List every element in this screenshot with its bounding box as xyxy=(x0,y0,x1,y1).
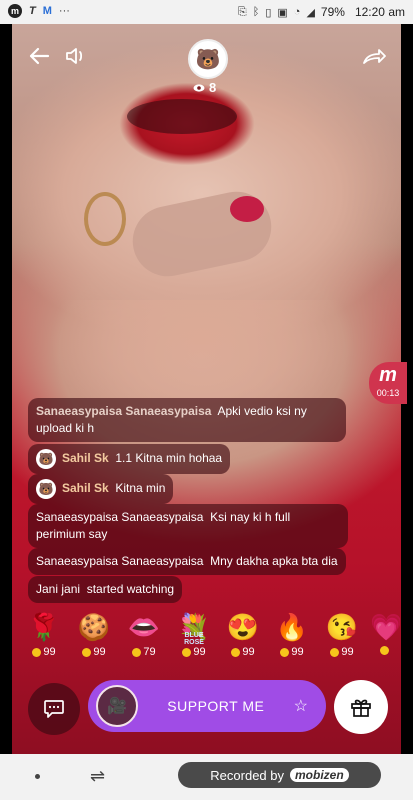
battery-level: 79% xyxy=(320,5,345,19)
chat-username: Jani jani xyxy=(36,582,81,596)
gift-box-icon xyxy=(351,699,371,717)
recording-time: 00:13 xyxy=(376,388,400,398)
gift-rose[interactable]: 🌹 99 xyxy=(24,610,64,658)
host-avatar[interactable]: 🐻 xyxy=(188,39,228,79)
chat-username: Sahil Sk xyxy=(62,451,109,466)
gift-cookie[interactable]: 🍪 99 xyxy=(74,610,114,658)
m-app-icon: m xyxy=(8,4,22,18)
fire-icon: 🔥 xyxy=(275,612,309,642)
rose-icon: 🌹 xyxy=(27,612,61,642)
gift-cost: 99 xyxy=(242,646,255,658)
cast-icon: ⎘ xyxy=(237,5,247,18)
vibrate-icon: ▯ xyxy=(265,6,272,19)
nav-dot-icon[interactable] xyxy=(35,774,40,779)
coin-icon xyxy=(280,647,290,657)
chat-button[interactable] xyxy=(28,683,80,735)
coin-icon xyxy=(132,647,142,657)
gift-cost: 99 xyxy=(193,646,206,658)
gift-cost: 99 xyxy=(43,646,56,658)
chat-username: Sahil Sk xyxy=(62,481,109,496)
video-nail xyxy=(230,196,264,222)
recent-apps-button[interactable]: ⇌ xyxy=(90,766,105,787)
chat-avatar-icon: 🐻 xyxy=(36,449,56,469)
wifi-icon: ◔ xyxy=(293,6,301,18)
chat-message: Sanaeasypaisa Sanaeasypaisa Apki vedio k… xyxy=(28,398,346,442)
blue-rose-icon: 💐 BLUE ROSE xyxy=(174,610,214,646)
recorded-by-label: Recorded by xyxy=(210,767,285,783)
chat-username: Sanaeasypaisa Sanaeasypaisa xyxy=(36,510,204,524)
gift-cost: 79 xyxy=(143,646,156,658)
t-icon: T xyxy=(29,5,36,17)
recorded-by-banner: Recorded by mobizen xyxy=(178,762,381,788)
pink-item-icon: 💗 xyxy=(370,612,400,642)
host-mini-avatar-icon: 🎥 xyxy=(107,698,127,715)
recent-apps-icon: ⇌ xyxy=(90,766,106,786)
chat-username: Sanaeasypaisa Sanaeasypaisa xyxy=(36,404,212,418)
bluetooth-icon: ᛒ xyxy=(252,6,260,18)
chat-message: Sanaeasypaisa Sanaeasypaisa Mny dakha ap… xyxy=(28,548,346,575)
chat-text: 1.1 Kitna min hohaa xyxy=(115,451,223,466)
gift-lips[interactable]: 👄 79 xyxy=(124,610,164,658)
gift-pink-item[interactable]: 💗 xyxy=(370,610,400,655)
coin-icon xyxy=(379,646,389,655)
gift-cost: 99 xyxy=(341,646,354,658)
live-stream-screen: m T M ··· ⎘ ᛒ ▯ ▣ ◔ ◢ 79% 12:20 am 🐻 8 m xyxy=(0,0,413,800)
chat-text: Mny dakha apka bta dia xyxy=(210,554,338,568)
blue-rose-caption: BLUE ROSE xyxy=(184,632,204,646)
gift-kiss-face[interactable]: 😘 99 xyxy=(322,610,362,658)
kiss-face-icon: 😘 xyxy=(325,612,359,642)
share-icon xyxy=(363,49,386,64)
clock: 12:20 am xyxy=(354,5,405,19)
coin-icon xyxy=(82,647,92,657)
coin-icon xyxy=(182,647,192,657)
gift-heart-eyes[interactable]: 😍 99 xyxy=(223,610,263,658)
chat-message: Sanaeasypaisa Sanaeasypaisa Ksi nay ki h… xyxy=(28,504,348,548)
eye-icon xyxy=(193,83,205,92)
support-me-label: SUPPORT ME xyxy=(167,698,265,714)
gift-fire[interactable]: 🔥 99 xyxy=(272,610,312,658)
signal-icon: ◢ xyxy=(306,6,315,19)
gift-cost: 99 xyxy=(291,646,304,658)
gift-cost: 99 xyxy=(93,646,106,658)
coin-icon xyxy=(231,647,241,657)
chat-text: started watching xyxy=(86,582,175,596)
recording-badge[interactable]: m 00:13 xyxy=(369,362,407,404)
star-icon[interactable]: ☆ xyxy=(294,696,308,716)
cookie-icon: 🍪 xyxy=(77,612,111,642)
back-arrow-icon xyxy=(29,47,50,65)
chat-message: 🐻 Sahil Sk Kitna min xyxy=(28,474,174,504)
speaker-icon xyxy=(66,48,83,64)
mobizen-logo-icon: m xyxy=(379,364,397,386)
chat-username: Sanaeasypaisa Sanaeasypaisa xyxy=(36,554,204,568)
lips-icon: 👄 xyxy=(127,612,161,642)
gift-blue-rose[interactable]: 💐 BLUE ROSE 99 xyxy=(174,610,214,658)
mobizen-brand: mobizen xyxy=(290,768,349,782)
m-blue-icon: M xyxy=(42,5,52,17)
system-nav-bar: ⇌ Recorded by mobizen xyxy=(0,754,413,800)
coin-icon xyxy=(330,647,340,657)
back-button[interactable] xyxy=(28,46,50,70)
gift-button[interactable] xyxy=(334,680,388,734)
more-dots-icon: ··· xyxy=(58,5,70,17)
host-avatar-icon: 🐻 xyxy=(195,48,221,71)
chat-bubble-icon xyxy=(44,700,64,718)
chat-message: Jani jani started watching xyxy=(28,576,183,603)
chat-text: Kitna min xyxy=(115,481,166,496)
share-button[interactable] xyxy=(362,46,386,70)
chat-message: 🐻 Sahil Sk 1.1 Kitna min hohaa xyxy=(28,444,231,474)
support-me-button[interactable]: 🎥 SUPPORT ME ☆ xyxy=(88,680,326,732)
chat-avatar-icon: 🐻 xyxy=(36,479,56,499)
host-mini-avatar: 🎥 xyxy=(96,685,138,727)
heart-eyes-icon: 😍 xyxy=(226,612,260,642)
sound-button[interactable] xyxy=(64,46,88,70)
viewer-count: 8 xyxy=(193,80,216,95)
video-lips-shadow xyxy=(127,99,237,134)
viewer-count-value: 8 xyxy=(209,80,217,95)
video-ring xyxy=(84,192,126,246)
coin-icon xyxy=(32,647,42,657)
gift-row: 🌹 99 🍪 99 👄 79 💐 BLUE ROSE 99 😍 99 🔥 99 😘… xyxy=(24,610,404,670)
battery-saver-icon: ▣ xyxy=(277,6,288,19)
status-bar: m T M ··· ⎘ ᛒ ▯ ▣ ◔ ◢ 79% 12:20 am xyxy=(0,0,413,24)
